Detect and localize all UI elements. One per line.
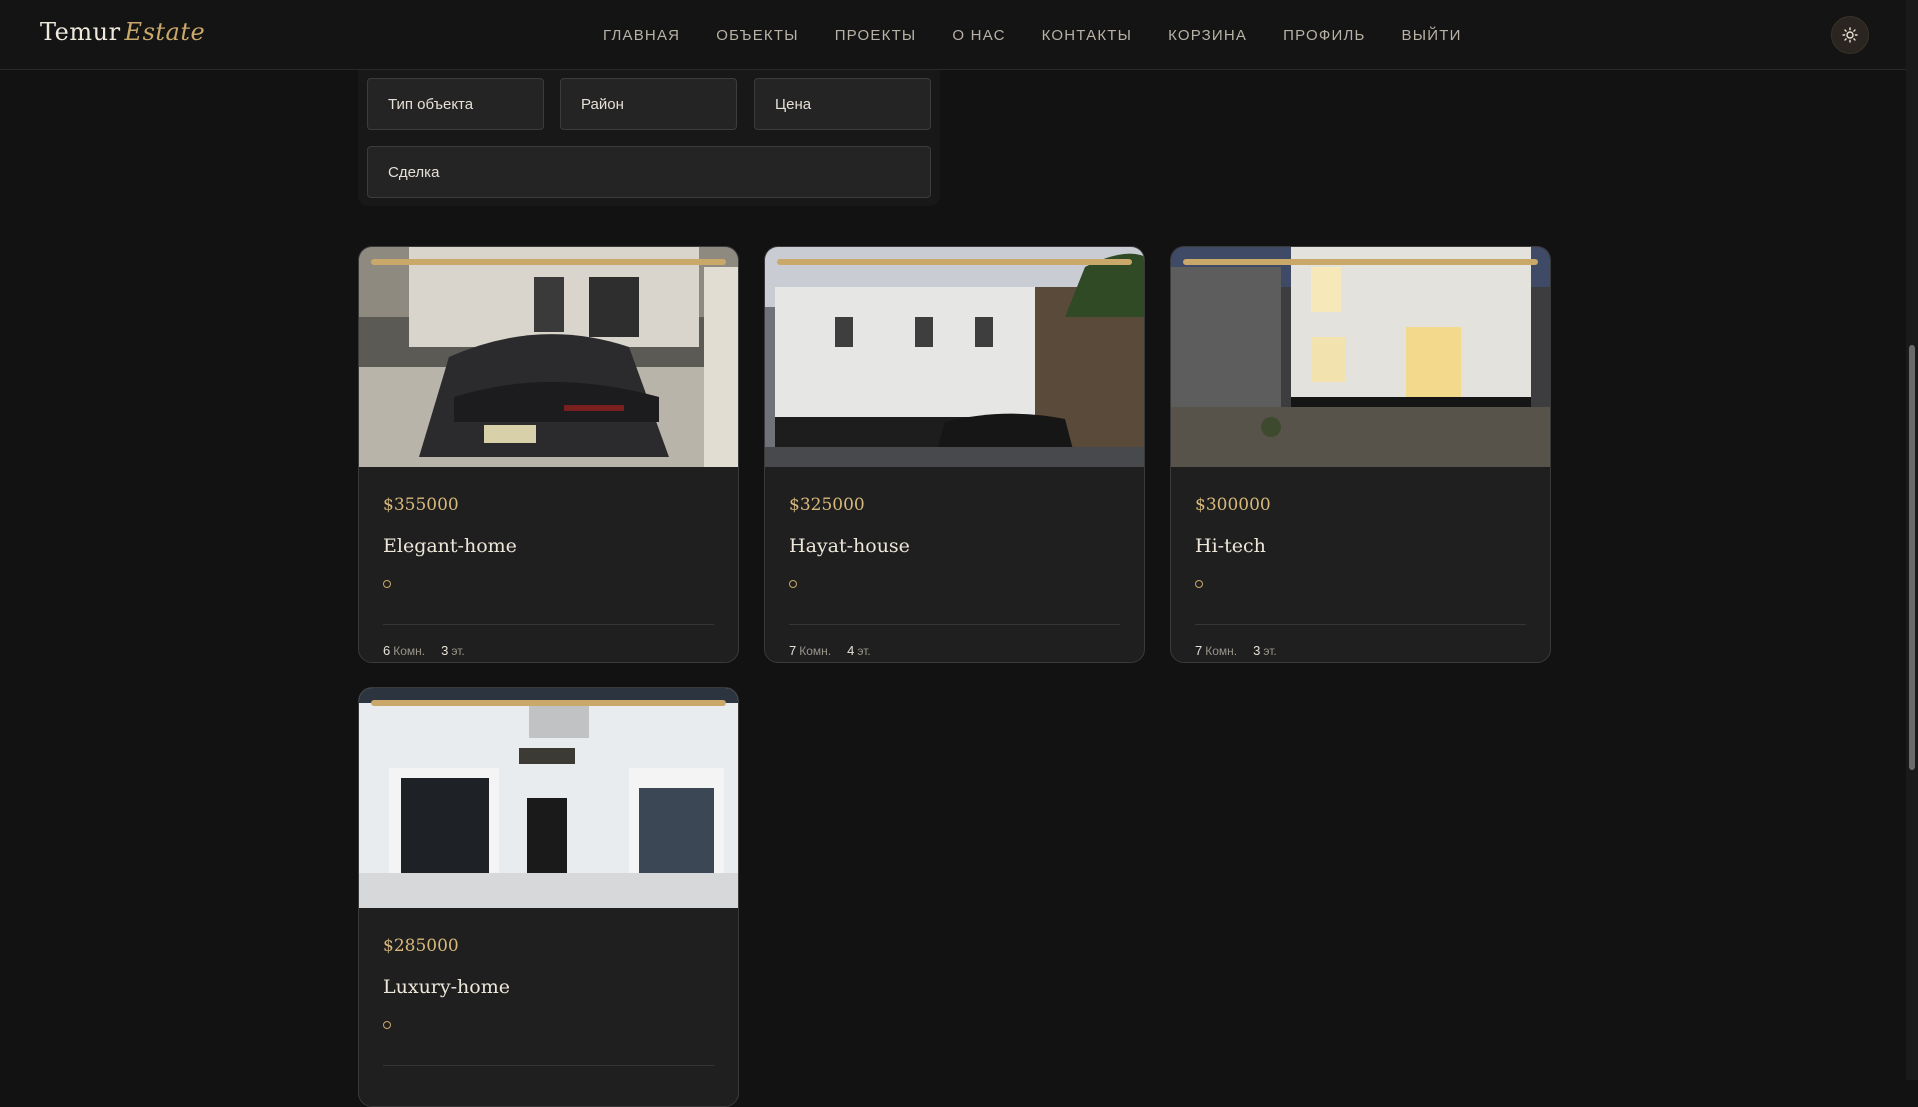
- listing-price: $300000: [1195, 495, 1271, 515]
- nav-cart[interactable]: КОРЗИНА: [1150, 27, 1265, 44]
- logo-accent-text: Estate: [124, 18, 206, 46]
- nav-contacts[interactable]: КОНТАКТЫ: [1024, 27, 1151, 44]
- listing-price: $325000: [789, 495, 865, 515]
- logo-main-text: Temur: [40, 18, 121, 46]
- card-divider: [1195, 624, 1526, 625]
- nav-home[interactable]: ГЛАВНАЯ: [585, 27, 698, 44]
- object-type-select[interactable]: Тип объекта: [367, 78, 544, 130]
- listing-photo: [359, 688, 738, 908]
- card-accent-bar: [777, 259, 1132, 265]
- card-divider: [789, 624, 1120, 625]
- price-select[interactable]: Цена: [754, 78, 931, 130]
- listing-card[interactable]: $355000 Elegant-home 6 Комн. 3 эт.: [358, 246, 739, 663]
- listing-meta: 7 Комн. 4 эт.: [789, 643, 871, 658]
- nav-about[interactable]: О НАС: [934, 27, 1023, 44]
- floors-info: 3 эт.: [1253, 643, 1277, 658]
- listing-card[interactable]: $285000 Luxury-home: [358, 687, 739, 1107]
- listing-meta: 7 Комн. 3 эт.: [1195, 643, 1277, 658]
- card-divider: [383, 1065, 714, 1066]
- listing-card[interactable]: $325000 Hayat-house 7 Комн. 4 эт.: [764, 246, 1145, 663]
- nav-profile[interactable]: ПРОФИЛЬ: [1265, 27, 1383, 44]
- sun-icon: [1842, 27, 1858, 43]
- nav-projects[interactable]: ПРОЕКТЫ: [817, 27, 935, 44]
- floors-info: 4 эт.: [847, 643, 871, 658]
- rooms-info: 7 Комн.: [1195, 643, 1238, 658]
- listing-title[interactable]: Luxury-home: [383, 976, 510, 998]
- location-pin-icon: [383, 580, 391, 588]
- main-nav: ГЛАВНАЯ ОБЪЕКТЫ ПРОЕКТЫ О НАС КОНТАКТЫ К…: [585, 0, 1480, 70]
- card-divider: [383, 624, 714, 625]
- listing-photo: [1171, 247, 1550, 467]
- rooms-info: 6 Комн.: [383, 643, 426, 658]
- site-logo[interactable]: Temur Estate: [40, 18, 205, 46]
- listing-title[interactable]: Hi-tech: [1195, 535, 1266, 557]
- card-accent-bar: [371, 700, 726, 706]
- card-accent-bar: [1183, 259, 1538, 265]
- floors-info: 3 эт.: [441, 643, 465, 658]
- location-pin-icon: [1195, 580, 1203, 588]
- district-select[interactable]: Район: [560, 78, 737, 130]
- scrollbar-thumb[interactable]: [1909, 345, 1915, 770]
- nav-objects[interactable]: ОБЪЕКТЫ: [698, 27, 816, 44]
- listing-photo: [359, 247, 738, 467]
- listing-photo: [765, 247, 1144, 467]
- listing-price: $355000: [383, 495, 459, 515]
- listing-price: $285000: [383, 936, 459, 956]
- location-pin-icon: [789, 580, 797, 588]
- deal-select[interactable]: Сделка: [367, 146, 931, 198]
- location-pin-icon: [383, 1021, 391, 1029]
- listing-meta: 6 Комн. 3 эт.: [383, 643, 465, 658]
- listing-title[interactable]: Hayat-house: [789, 535, 910, 557]
- filter-panel: Тип объекта Район Цена Сделка: [358, 70, 940, 206]
- theme-toggle-button[interactable]: [1831, 16, 1869, 54]
- rooms-info: 7 Комн.: [789, 643, 832, 658]
- listing-card[interactable]: $300000 Hi-tech 7 Комн. 3 эт.: [1170, 246, 1551, 663]
- listing-title[interactable]: Elegant-home: [383, 535, 517, 557]
- nav-logout[interactable]: ВЫЙТИ: [1384, 27, 1480, 44]
- top-header: Temur Estate ГЛАВНАЯ ОБЪЕКТЫ ПРОЕКТЫ О НА…: [0, 0, 1906, 70]
- card-accent-bar: [371, 259, 726, 265]
